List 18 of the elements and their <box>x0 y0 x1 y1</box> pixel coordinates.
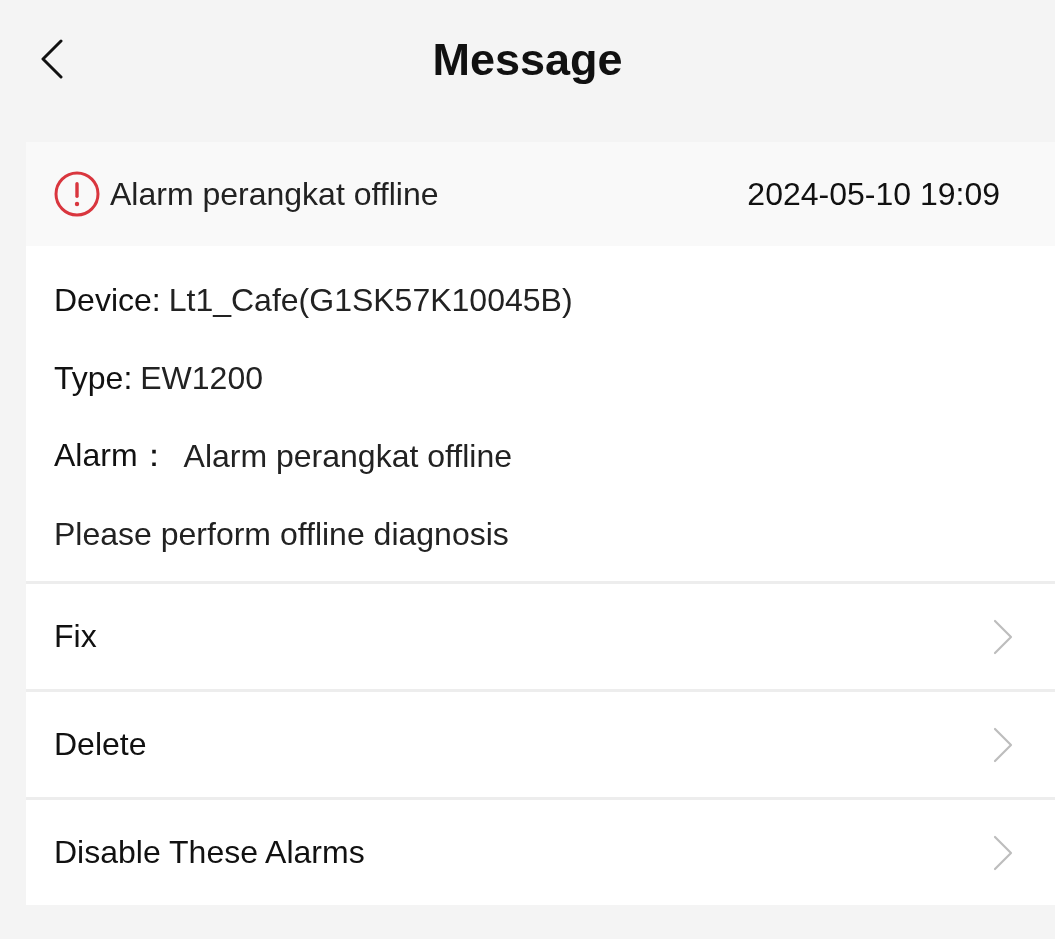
action-row[interactable]: Fix <box>26 581 1055 689</box>
detail-value: Alarm perangkat offline <box>183 437 513 475</box>
chevron-right-icon <box>993 618 1013 655</box>
action-row[interactable]: Delete <box>26 689 1055 797</box>
chevron-right-icon <box>993 834 1013 871</box>
detail-value: EW1200 <box>140 359 263 397</box>
action-row[interactable]: Disable These Alarms <box>26 797 1055 905</box>
alert-icon <box>54 171 100 217</box>
chevron-right-icon <box>993 726 1013 763</box>
detail-value: Lt1_Cafe(G1SK57K10045B) <box>168 281 573 319</box>
diagnosis-hint: Please perform offline diagnosis <box>54 515 509 553</box>
alarm-title: Alarm perangkat offline <box>110 175 440 213</box>
alarm-time: 2024-05-10 19:09 <box>747 175 1000 213</box>
back-icon <box>41 39 63 79</box>
page-title: Message <box>432 33 623 87</box>
detail-label: Alarm： <box>54 436 170 475</box>
detail-label: Device: <box>54 281 161 319</box>
detail-label: Type: <box>54 359 133 397</box>
